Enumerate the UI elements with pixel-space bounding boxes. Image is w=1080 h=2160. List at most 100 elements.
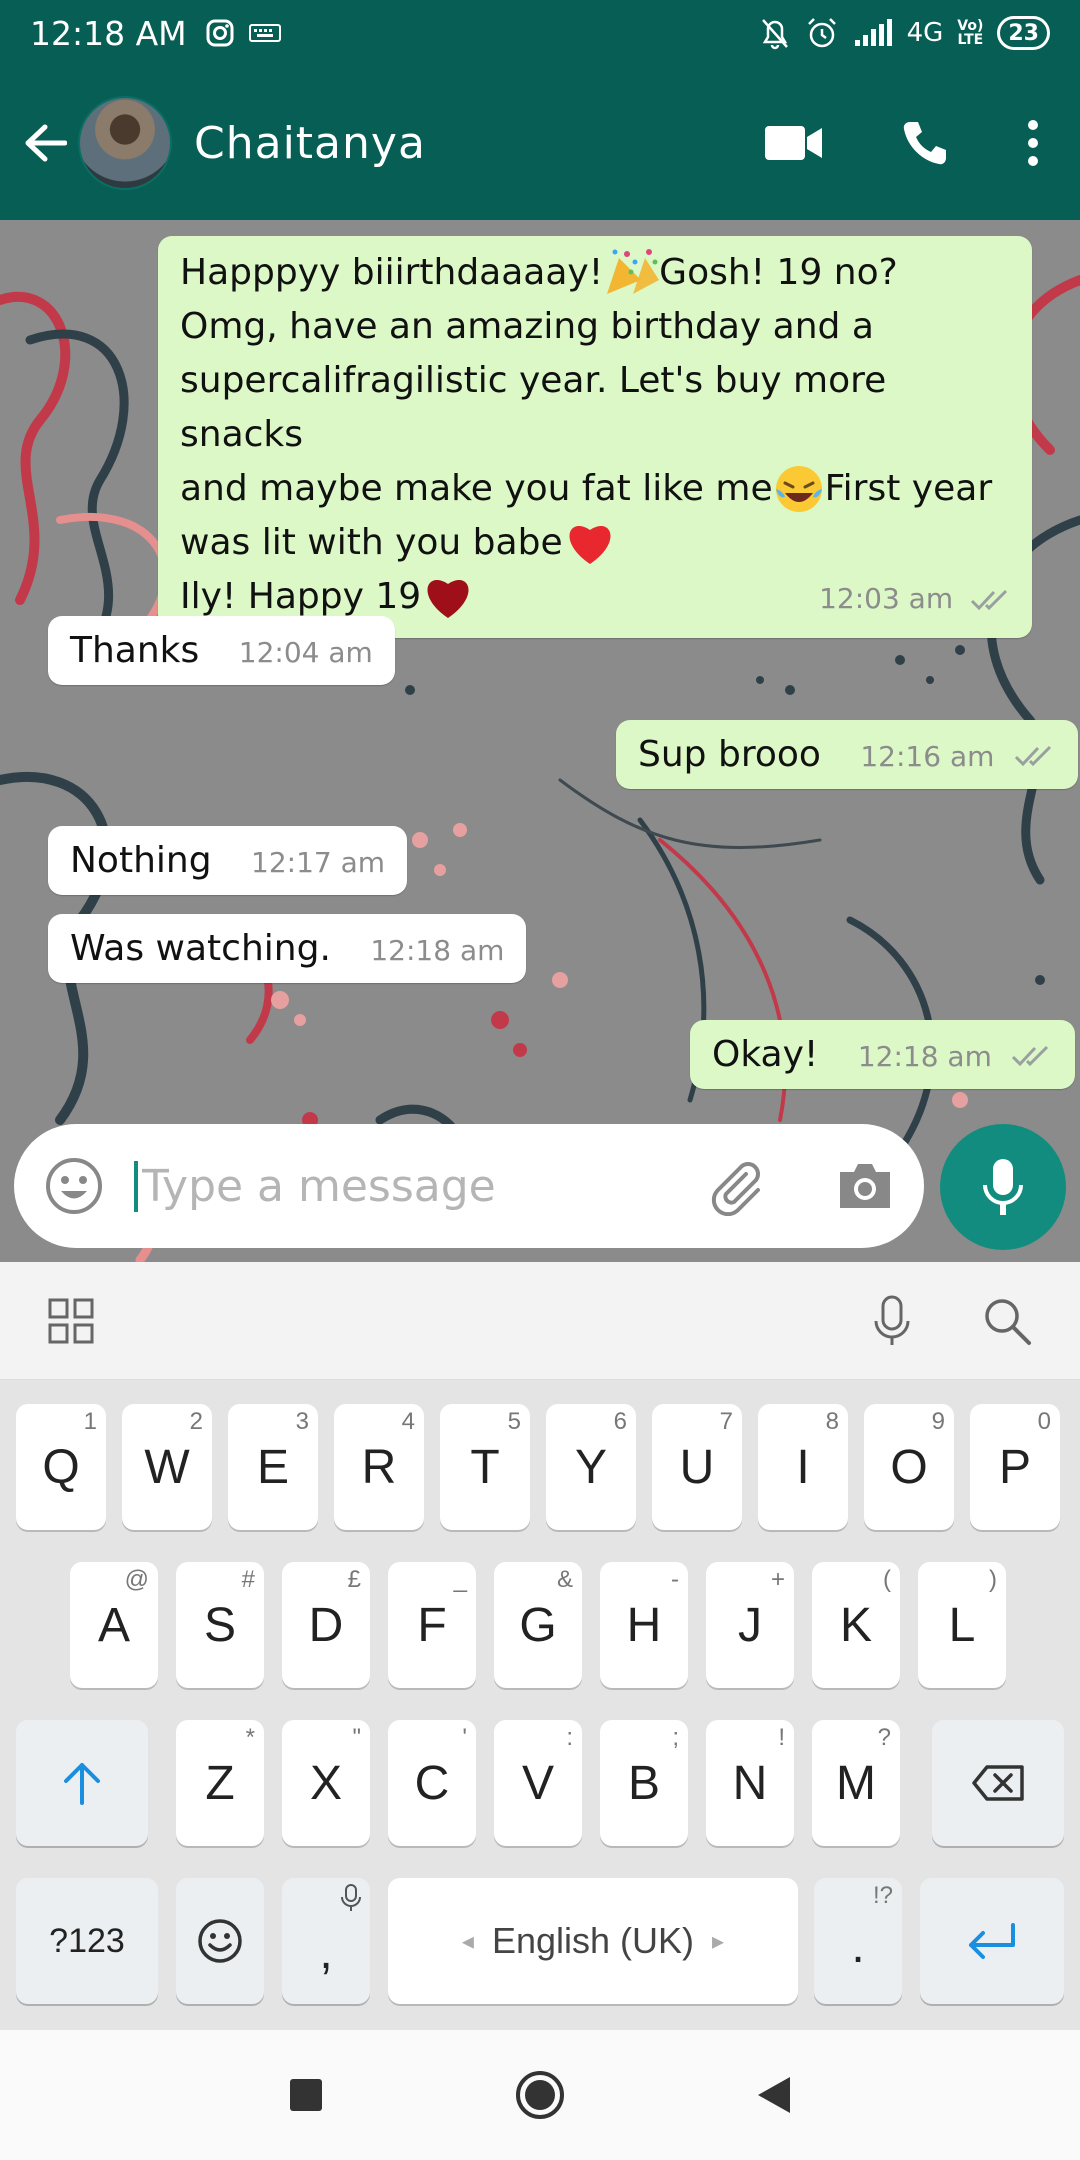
comma-key[interactable]: ,: [282, 1878, 370, 2004]
key-n[interactable]: N!: [706, 1720, 794, 1846]
mute-icon: [761, 19, 788, 50]
message-text: and maybe make you fat like me: [180, 468, 773, 509]
key-i[interactable]: I8: [758, 1404, 848, 1530]
message-bubble-outgoing[interactable]: Sup brooo 12:16 am: [616, 720, 1078, 789]
emoji-key[interactable]: [176, 1878, 264, 2004]
message-time: 12:17 am: [251, 846, 386, 879]
message-meta: 12:03 am: [819, 572, 1012, 626]
key-p[interactable]: P0: [970, 1404, 1060, 1530]
key-l[interactable]: L): [918, 1562, 1006, 1688]
laughing-emoji-icon: [775, 466, 822, 512]
key-x[interactable]: X ": [282, 1720, 370, 1846]
key-j[interactable]: J +: [706, 1562, 794, 1688]
key-t[interactable]: T5: [440, 1404, 530, 1530]
soft-keyboard: Q1 W2 E3 R4 T5 Y6 U7 I8 O9 P0 A @ S # D £ F…: [0, 1380, 1080, 2030]
message-text: Was watching.: [70, 928, 331, 969]
message-text: Okay!: [712, 1034, 819, 1075]
voice-message-button[interactable]: [940, 1124, 1066, 1250]
key-o[interactable]: O9: [864, 1404, 954, 1530]
message-bubble-incoming[interactable]: Thanks 12:04 am: [48, 616, 395, 685]
key-w[interactable]: W2: [122, 1404, 212, 1530]
message-bubble-outgoing[interactable]: Okay! 12:18 am: [690, 1020, 1076, 1089]
symbols-key[interactable]: ?123: [16, 1878, 158, 2004]
message-input[interactable]: [134, 1160, 654, 1212]
key-h[interactable]: H-: [600, 1562, 688, 1688]
chevron-left-icon: ◂: [461, 1927, 474, 1955]
chat-header: Chaitanya: [0, 66, 1080, 220]
instagram-icon: [206, 19, 234, 47]
chevron-right-icon: ▸: [712, 1927, 725, 1955]
battery-indicator: 23: [997, 16, 1050, 50]
key-m[interactable]: M?: [812, 1720, 900, 1846]
message-bubble-outgoing[interactable]: Happpyy biiirthdaaaay! Gosh! 19 no? Omg,…: [158, 236, 1032, 638]
key-s[interactable]: S #: [176, 1562, 264, 1688]
party-popper-emoji-icon: [607, 249, 660, 294]
recents-icon[interactable]: [288, 2077, 324, 2113]
message-time: 12:04 am: [238, 636, 373, 669]
alarm-icon: [807, 18, 836, 48]
key-k[interactable]: K(: [812, 1562, 900, 1688]
attach-icon[interactable]: [706, 1156, 766, 1216]
more-vert-icon[interactable]: [1026, 119, 1040, 167]
voice-call-icon[interactable]: [900, 118, 950, 168]
double-check-icon: [1012, 1045, 1049, 1067]
key-a[interactable]: A @: [70, 1562, 158, 1688]
message-text: Gosh! 19 no?: [659, 252, 898, 293]
status-time: 12:18 AM: [30, 13, 187, 53]
enter-arrow-icon: [969, 1923, 1015, 1959]
shift-key[interactable]: [16, 1720, 148, 1846]
message-time: 12:03 am: [819, 582, 954, 615]
system-nav-bar: [0, 2030, 1080, 2160]
search-icon[interactable]: [982, 1296, 1032, 1346]
message-text: Sup brooo: [638, 734, 821, 775]
key-z[interactable]: Z *: [176, 1720, 264, 1846]
key-e[interactable]: E3: [228, 1404, 318, 1530]
voice-input-icon[interactable]: [872, 1295, 912, 1347]
home-icon[interactable]: [514, 2069, 566, 2121]
message-time: 12:18 am: [857, 1040, 992, 1073]
emoji-icon[interactable]: [44, 1156, 104, 1216]
back-button[interactable]: [20, 118, 70, 168]
key-v[interactable]: V:: [494, 1720, 582, 1846]
key-b[interactable]: B;: [600, 1720, 688, 1846]
backspace-key[interactable]: [932, 1720, 1064, 1846]
keyboard-icon: [248, 24, 281, 42]
status-bar: 12:18 AM 4G Vo) LTE 23: [0, 0, 1080, 66]
emoji-face-icon: [198, 1919, 242, 1963]
message-text: was lit with you babe: [180, 522, 563, 563]
apps-grid-icon[interactable]: [48, 1298, 94, 1344]
volte-indicator: Vo) LTE: [957, 18, 984, 48]
backspace-icon: [972, 1765, 1024, 1801]
message-text: Happpyy biiirthdaaaay!: [180, 252, 604, 293]
message-text: Omg, have an amazing birthday and a: [180, 306, 874, 347]
message-time: 12:18 am: [370, 934, 505, 967]
space-key[interactable]: ◂ English (UK) ▸: [388, 1878, 798, 2004]
back-icon[interactable]: [756, 2075, 792, 2115]
message-bubble-incoming[interactable]: Was watching. 12:18 am: [48, 914, 527, 983]
period-key[interactable]: .!?: [814, 1878, 902, 2004]
key-c[interactable]: C ': [388, 1720, 476, 1846]
mic-icon: [983, 1159, 1023, 1215]
dark-red-heart-emoji-icon: [427, 580, 469, 618]
shift-arrow-icon: [64, 1763, 100, 1805]
double-check-icon: [970, 589, 1008, 611]
key-r[interactable]: R4: [334, 1404, 424, 1530]
signal-icon: [854, 19, 892, 46]
video-call-icon[interactable]: [764, 124, 824, 162]
enter-key[interactable]: [920, 1878, 1064, 2004]
key-d[interactable]: D £: [282, 1562, 370, 1688]
contact-avatar[interactable]: [78, 96, 172, 190]
key-u[interactable]: U7: [652, 1404, 742, 1530]
back-arrow-icon: [25, 124, 67, 162]
mic-small-icon: [341, 1884, 361, 1911]
message-text: Thanks: [70, 630, 200, 671]
message-bubble-incoming[interactable]: Nothing 12:17 am: [48, 826, 408, 895]
key-g[interactable]: G &: [494, 1562, 582, 1688]
key-y[interactable]: Y6: [546, 1404, 636, 1530]
camera-icon[interactable]: [836, 1160, 894, 1212]
key-q[interactable]: Q1: [16, 1404, 106, 1530]
chat-area[interactable]: Happpyy biiirthdaaaay! Gosh! 19 no? Omg,…: [0, 220, 1080, 1262]
contact-name[interactable]: Chaitanya: [194, 118, 426, 169]
message-text: First year: [824, 468, 993, 509]
key-f[interactable]: F _: [388, 1562, 476, 1688]
